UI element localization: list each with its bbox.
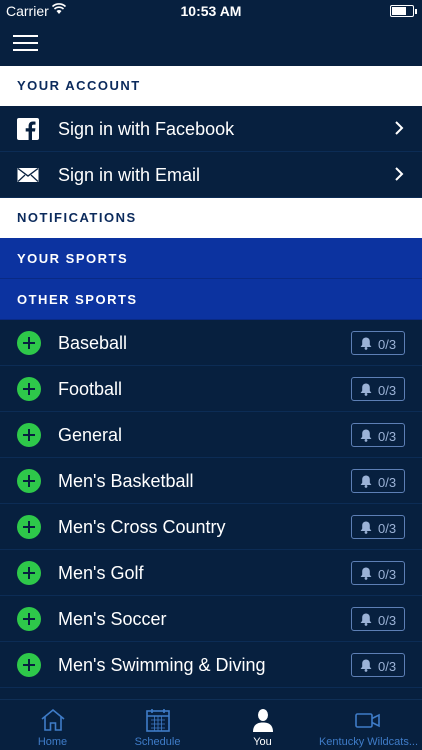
bell-icon: [360, 475, 372, 488]
main-content: YOUR ACCOUNT Sign in with Facebook Sign …: [0, 66, 422, 699]
bell-icon: [360, 659, 372, 672]
add-sport-icon[interactable]: [17, 469, 41, 493]
add-sport-icon[interactable]: [17, 653, 41, 677]
sport-row: Men's Basketball 0/3: [0, 458, 422, 504]
sport-name: Men's Golf: [58, 563, 144, 583]
person-icon: [253, 709, 273, 732]
facebook-icon: [17, 118, 39, 140]
home-icon: [41, 708, 65, 731]
notification-count: 0/3: [378, 383, 397, 398]
sport-row: Football 0/3: [0, 366, 422, 412]
battery-icon: [390, 5, 417, 17]
chevron-right-icon: [395, 121, 404, 135]
status-bar: Carrier 10:53 AM: [0, 0, 422, 22]
add-sport-icon[interactable]: [17, 515, 41, 539]
bell-icon: [360, 383, 372, 396]
sports-list: Baseball 0/3 Football 0/3 General 0/3 Men's Ba…: [0, 320, 422, 688]
add-sport-icon[interactable]: [17, 331, 41, 355]
tab-kentucky-wildcats-label: Kentucky Wildcats...: [318, 736, 419, 748]
your-account-header: YOUR ACCOUNT: [0, 66, 422, 106]
tab-schedule-label: Schedule: [134, 736, 181, 748]
video-icon: [355, 713, 380, 728]
notification-count-badge[interactable]: 0/3: [351, 469, 405, 493]
status-time: 10:53 AM: [180, 3, 242, 19]
bell-icon: [360, 429, 372, 442]
notifications-header: NOTIFICATIONS: [0, 198, 422, 238]
notification-count: 0/3: [378, 567, 397, 582]
email-sign-in-label: Sign in with Email: [58, 165, 201, 185]
add-sport-icon[interactable]: [17, 423, 41, 447]
sport-name: Men's Swimming & Diving: [58, 655, 266, 675]
sport-name: Men's Cross Country: [58, 517, 226, 537]
bell-icon: [360, 521, 372, 534]
tab-you-label: You: [253, 736, 272, 748]
chevron-right-icon: [395, 167, 404, 181]
add-sport-icon[interactable]: [17, 377, 41, 401]
facebook-sign-in-label: Sign in with Facebook: [58, 119, 235, 139]
sport-name: Football: [58, 379, 123, 399]
other-sports-header: OTHER SPORTS: [0, 279, 422, 320]
sport-row: Baseball 0/3: [0, 320, 422, 366]
sport-name: Baseball: [58, 333, 128, 353]
bell-icon: [360, 613, 372, 626]
notification-count-badge[interactable]: 0/3: [351, 377, 405, 401]
menu-icon[interactable]: [13, 35, 38, 53]
sport-row: Men's Swimming & Diving 0/3: [0, 642, 422, 688]
email-sign-in-row[interactable]: Sign in with Email: [0, 152, 422, 198]
sport-name: Men's Soccer: [58, 609, 167, 629]
notification-count-badge[interactable]: 0/3: [351, 607, 405, 631]
nav-bar: [0, 22, 422, 66]
sport-row: Men's Soccer 0/3: [0, 596, 422, 642]
notification-count-badge[interactable]: 0/3: [351, 515, 405, 539]
notification-count: 0/3: [378, 429, 397, 444]
tab-you[interactable]: You: [210, 700, 315, 750]
calendar-icon: [146, 709, 170, 732]
notification-count: 0/3: [378, 613, 397, 628]
notification-count-badge[interactable]: 0/3: [351, 653, 405, 677]
notification-count: 0/3: [378, 337, 397, 352]
sport-row: Men's Golf 0/3: [0, 550, 422, 596]
tab-bar: Home Schedule You Kentucky Wildcats...: [0, 699, 422, 750]
tab-home-label: Home: [37, 736, 68, 748]
facebook-sign-in-row[interactable]: Sign in with Facebook: [0, 106, 422, 152]
tab-home[interactable]: Home: [0, 700, 105, 750]
sport-row: General 0/3: [0, 412, 422, 458]
your-sports-header: YOUR SPORTS: [0, 238, 422, 279]
bell-icon: [360, 337, 372, 350]
bell-icon: [360, 567, 372, 580]
notification-count: 0/3: [378, 521, 397, 536]
sport-row: Men's Cross Country 0/3: [0, 504, 422, 550]
tab-schedule[interactable]: Schedule: [105, 700, 210, 750]
add-sport-icon[interactable]: [17, 561, 41, 585]
tab-kentucky-wildcats[interactable]: Kentucky Wildcats...: [315, 700, 422, 750]
add-sport-icon[interactable]: [17, 607, 41, 631]
sport-name: Men's Basketball: [58, 471, 194, 491]
envelope-icon: [17, 167, 39, 182]
notification-count-badge[interactable]: 0/3: [351, 331, 405, 355]
notification-count-badge[interactable]: 0/3: [351, 423, 405, 447]
notification-count: 0/3: [378, 475, 397, 490]
notification-count: 0/3: [378, 659, 397, 674]
sport-name: General: [58, 425, 123, 445]
notification-count-badge[interactable]: 0/3: [351, 561, 405, 585]
